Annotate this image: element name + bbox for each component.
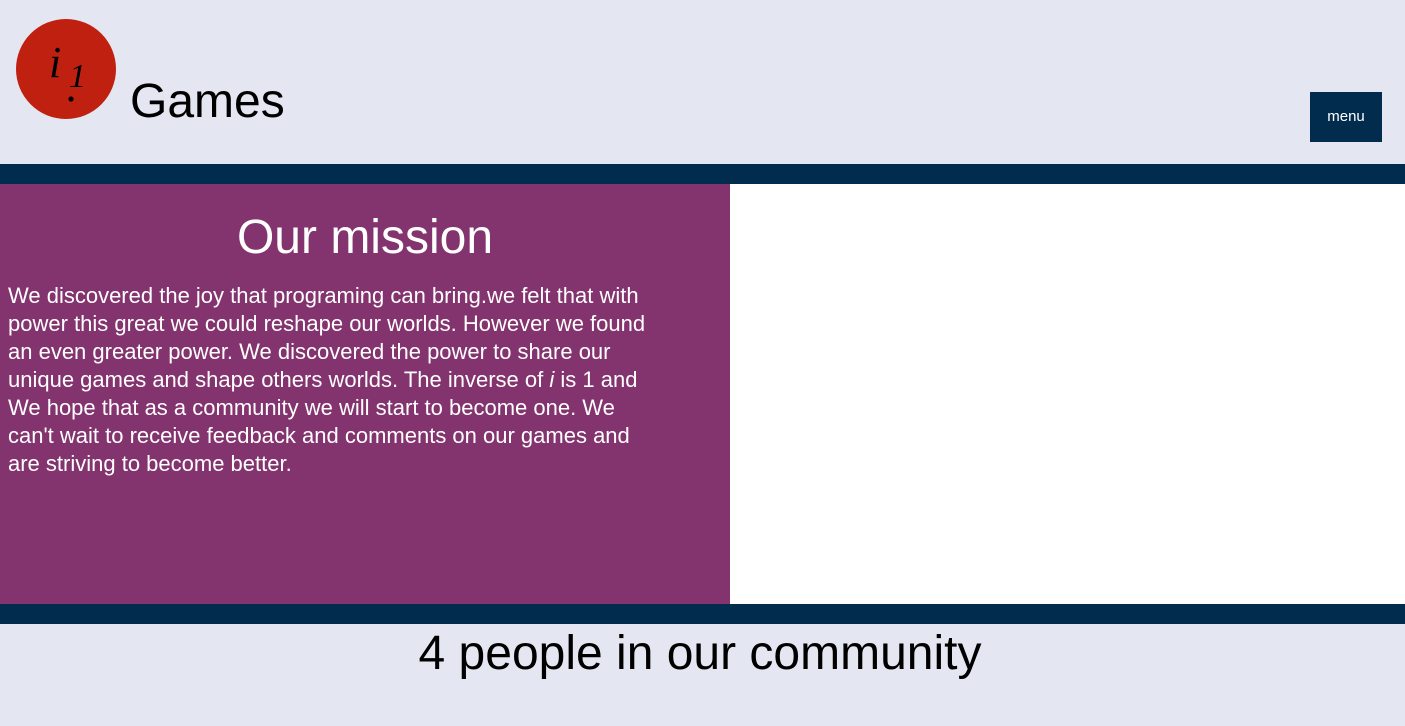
logo-glyph-icon: i 1 <box>49 38 86 102</box>
svg-text:i: i <box>49 38 61 87</box>
site-header: i 1 Games menu <box>0 0 1405 164</box>
page: i 1 Games menu Our mission We discovered… <box>0 0 1405 726</box>
image-panel <box>730 184 1405 604</box>
top-divider <box>0 164 1405 184</box>
bottom-divider <box>0 604 1405 624</box>
mission-title: Our mission <box>236 211 494 264</box>
mission-text: We discovered the joy that programing ca… <box>8 282 713 478</box>
logo[interactable]: i 1 <box>16 19 116 119</box>
mission-panel: Our mission We discovered the joy that p… <box>0 184 730 604</box>
community-count-text: 4 people in our community <box>418 627 982 680</box>
community-section: 4 people in our community <box>0 624 1405 726</box>
site-title: Games <box>130 75 285 128</box>
menu-button[interactable]: menu <box>1310 92 1382 142</box>
svg-text:1: 1 <box>69 58 86 95</box>
